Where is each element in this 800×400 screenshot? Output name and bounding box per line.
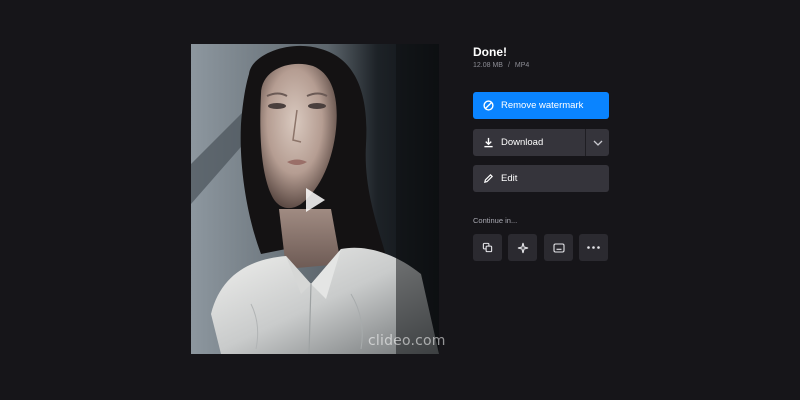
remove-watermark-button[interactable]: Remove watermark xyxy=(473,92,609,119)
pencil-icon xyxy=(482,173,494,185)
watermark-text: clideo.com xyxy=(368,333,446,349)
file-format: MP4 xyxy=(514,62,530,69)
prohibited-icon xyxy=(482,100,494,112)
file-size: 12.08 MB xyxy=(473,62,503,69)
continue-merge-button[interactable] xyxy=(473,234,502,261)
play-icon[interactable] xyxy=(304,187,326,213)
sparkle-icon xyxy=(517,242,528,253)
status-title: Done! xyxy=(473,45,507,59)
download-icon xyxy=(482,137,494,149)
continue-subtitles-button[interactable] xyxy=(544,234,573,261)
edit-label: Edit xyxy=(501,173,518,184)
continue-label: Continue in... xyxy=(473,216,518,225)
download-button[interactable]: Download xyxy=(473,129,586,156)
chevron-down-icon xyxy=(593,140,602,146)
meta-separator: / xyxy=(507,62,510,69)
download-label: Download xyxy=(501,137,544,148)
file-meta: 12.08 MB / MP4 xyxy=(473,62,529,69)
continue-more-button[interactable] xyxy=(579,234,608,261)
merge-icon xyxy=(482,242,493,253)
subtitles-icon xyxy=(552,242,565,253)
download-button-group: Download xyxy=(473,129,609,156)
result-page: clideo.com Done! 12.08 MB / MP4 Remove w… xyxy=(0,0,800,400)
download-options-button[interactable] xyxy=(586,129,609,156)
continue-enhance-button[interactable] xyxy=(508,234,537,261)
edit-button[interactable]: Edit xyxy=(473,165,609,192)
remove-watermark-label: Remove watermark xyxy=(501,100,584,111)
more-icon xyxy=(587,246,600,249)
